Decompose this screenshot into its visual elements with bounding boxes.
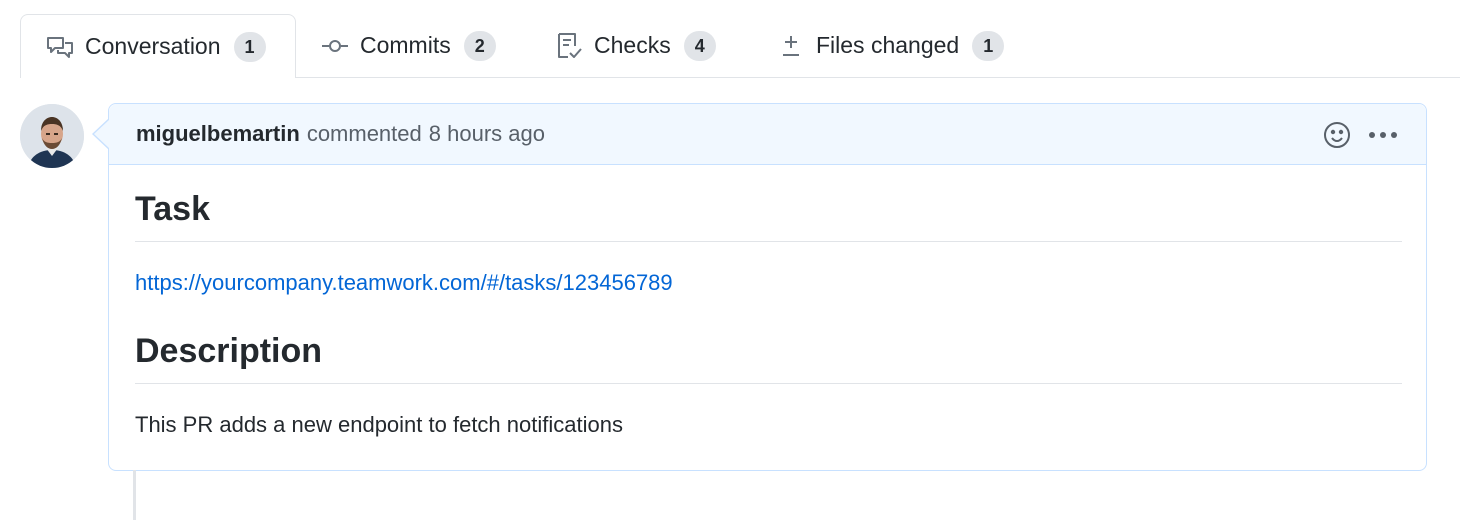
avatar-image bbox=[20, 104, 84, 168]
comment-box: miguelbemartin commented 8 hours ago Tas… bbox=[108, 103, 1427, 471]
description-heading: Description bbox=[135, 332, 1402, 384]
avatar[interactable] bbox=[20, 104, 84, 168]
comment-header: miguelbemartin commented 8 hours ago bbox=[109, 104, 1426, 165]
task-heading: Task bbox=[135, 190, 1402, 242]
kebab-horizontal-icon[interactable] bbox=[1368, 120, 1398, 150]
tab-conversation[interactable]: Conversation 1 bbox=[20, 14, 296, 78]
comment-time[interactable]: 8 hours ago bbox=[429, 121, 545, 147]
comment-author[interactable]: miguelbemartin bbox=[136, 121, 300, 147]
comment-action: commented bbox=[306, 121, 422, 146]
tab-label: Files changed bbox=[816, 32, 960, 58]
checklist-icon bbox=[554, 31, 584, 61]
task-link[interactable]: https://yourcompany.teamwork.com/#/tasks… bbox=[135, 270, 1402, 296]
tab-files-changed[interactable]: Files changed 1 bbox=[776, 14, 1005, 77]
tab-commits[interactable]: Commits 2 bbox=[320, 14, 496, 77]
diff-icon bbox=[776, 31, 806, 61]
timeline-line bbox=[133, 470, 136, 520]
git-commit-icon bbox=[320, 31, 350, 61]
tab-counter: 1 bbox=[233, 31, 266, 62]
description-text: This PR adds a new endpoint to fetch not… bbox=[135, 412, 623, 437]
tab-counter: 2 bbox=[463, 30, 496, 61]
comment-actions bbox=[1322, 104, 1398, 165]
tab-counter: 1 bbox=[972, 30, 1005, 61]
comment-pointer-fill bbox=[94, 119, 110, 149]
pr-tabs: Conversation 1 Commits 2 Checks 4 Files … bbox=[20, 14, 1460, 78]
tab-checks[interactable]: Checks 4 bbox=[554, 14, 716, 77]
tab-label: Conversation bbox=[85, 33, 221, 59]
tab-label: Checks bbox=[594, 32, 671, 58]
comment-discussion-icon bbox=[45, 32, 75, 62]
tab-counter: 4 bbox=[683, 30, 716, 61]
comment-body: Task https://yourcompany.teamwork.com/#/… bbox=[135, 166, 1402, 438]
tab-label: Commits bbox=[360, 32, 451, 58]
smiley-icon[interactable] bbox=[1322, 120, 1352, 150]
